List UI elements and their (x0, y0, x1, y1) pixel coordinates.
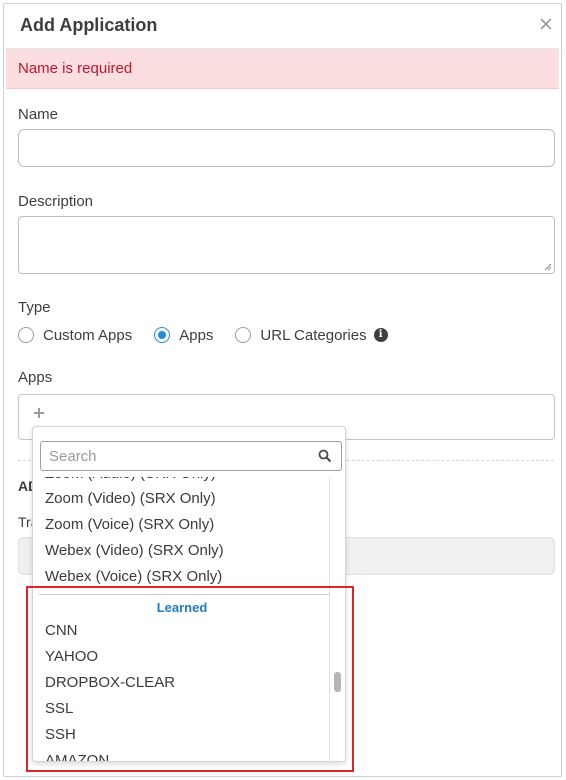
radio-label-url-categories: URL Categories (260, 326, 367, 344)
type-radio-group: Custom Apps Apps URL Categories i (18, 324, 388, 346)
description-label: Description (18, 193, 94, 210)
option-ssl[interactable]: SSL (45, 700, 73, 717)
search-field[interactable] (40, 441, 342, 471)
search-input[interactable] (41, 442, 327, 470)
radio-custom-apps[interactable]: Custom Apps (18, 327, 132, 344)
name-label: Name (18, 106, 59, 123)
dialog-title: Add Application (20, 15, 158, 35)
type-label: Type (18, 299, 51, 316)
radio-url-categories[interactable]: URL Categories i (235, 326, 388, 344)
radio-label-custom-apps: Custom Apps (43, 326, 133, 344)
dropdown-scrollbar[interactable] (329, 477, 345, 761)
option-zoom-video[interactable]: Zoom (Video) (SRX Only) (45, 490, 216, 507)
group-divider (39, 594, 329, 595)
name-input[interactable] (18, 129, 555, 167)
scrollbar-thumb[interactable] (334, 672, 341, 692)
error-banner: Name is required (6, 49, 559, 89)
plus-icon[interactable] (33, 407, 45, 419)
option-partial[interactable]: Zoom (Audio) (SRX Only) (45, 477, 216, 482)
close-icon[interactable] (537, 15, 555, 33)
resize-handle-icon[interactable] (544, 263, 552, 271)
apps-label: Apps (18, 369, 53, 386)
options-list: Zoom (Audio) (SRX Only) Zoom (Video) (SR… (33, 477, 331, 761)
error-message: Name is required (18, 60, 133, 77)
apps-dropdown: Zoom (Audio) (SRX Only) Zoom (Video) (SR… (32, 426, 346, 762)
radio-apps[interactable]: Apps (154, 327, 213, 344)
radio-button[interactable] (18, 327, 34, 343)
option-dropbox-clear[interactable]: DROPBOX-CLEAR (45, 674, 175, 691)
option-yahoo[interactable]: YAHOO (45, 648, 98, 665)
option-cnn[interactable]: CNN (45, 622, 78, 639)
info-icon[interactable]: i (373, 328, 388, 342)
option-zoom-voice[interactable]: Zoom (Voice) (SRX Only) (45, 516, 214, 533)
radio-label-apps: Apps (179, 326, 214, 344)
option-webex-video[interactable]: Webex (Video) (SRX Only) (45, 542, 224, 559)
option-ssh[interactable]: SSH (45, 726, 76, 743)
option-webex-voice[interactable]: Webex (Voice) (SRX Only) (45, 568, 222, 585)
description-textarea[interactable] (18, 216, 555, 274)
group-label-learned: Learned (156, 600, 208, 615)
radio-button-selected[interactable] (154, 327, 171, 343)
radio-button[interactable] (235, 327, 252, 343)
option-amazon[interactable]: AMAZON (45, 752, 109, 761)
search-icon (318, 449, 332, 463)
